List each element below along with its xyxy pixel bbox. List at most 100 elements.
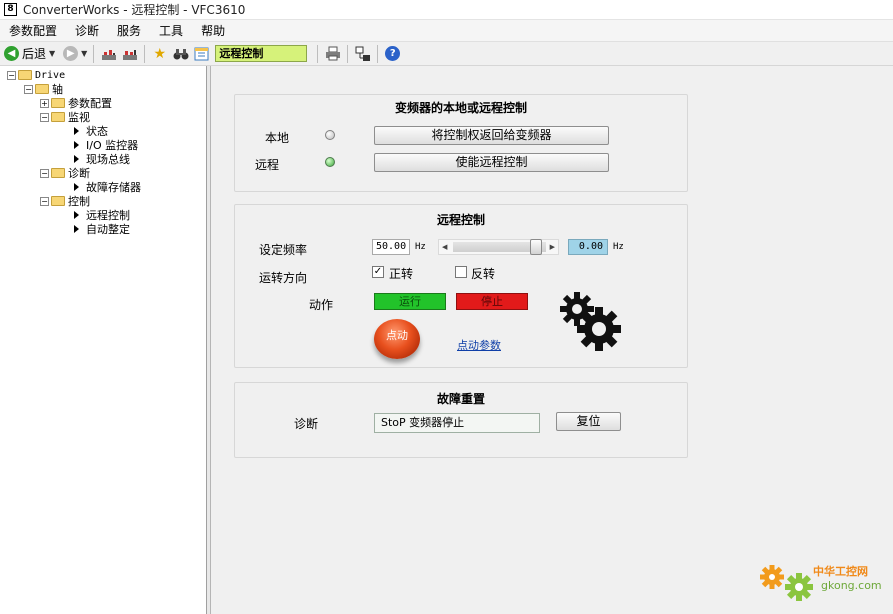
- leaf-arrow-icon: [74, 211, 79, 219]
- panel-splitter[interactable]: [207, 66, 211, 614]
- collapse-icon[interactable]: −: [7, 70, 16, 80]
- tree-node-drive[interactable]: − Drive: [7, 68, 65, 82]
- frequency-unit: Hz: [415, 242, 426, 252]
- leaf-arrow-icon: [74, 155, 79, 163]
- download-icon[interactable]: [121, 45, 138, 62]
- back-arrow-icon: ◀: [4, 46, 19, 61]
- collapse-icon[interactable]: −: [40, 196, 49, 206]
- folder-icon: [35, 84, 49, 94]
- folder-icon: [18, 70, 32, 80]
- slider-left-arrow-icon[interactable]: ◀: [442, 240, 447, 254]
- tree-label: 自动整定: [86, 223, 130, 236]
- tree-node-status[interactable]: 状态: [74, 124, 108, 138]
- menu-help[interactable]: 帮助: [192, 20, 234, 42]
- tree-node-param-config[interactable]: + 参数配置: [40, 96, 112, 110]
- local-label: 本地: [265, 131, 290, 145]
- toolbar-separator: [347, 44, 349, 63]
- remote-indicator: [325, 157, 335, 167]
- tree-node-monitor[interactable]: − 监视: [40, 110, 90, 124]
- tree-node-io-monitor[interactable]: I/O 监控器: [74, 138, 138, 152]
- tree-node-fault-memory[interactable]: 故障存储器: [74, 180, 141, 194]
- frequency-label: 设定频率: [259, 243, 308, 257]
- connection-icon[interactable]: [354, 45, 371, 62]
- tree-label: 故障存储器: [86, 181, 141, 194]
- jog-button[interactable]: 点动: [374, 319, 420, 359]
- folder-icon: [51, 168, 65, 178]
- frequency-slider[interactable]: ◀ ▶: [438, 239, 559, 255]
- menu-tools[interactable]: 工具: [150, 20, 192, 42]
- forward-arrow-icon: ▶: [63, 46, 79, 61]
- group-title: 远程控制: [436, 213, 485, 227]
- actual-frequency-unit: Hz: [613, 242, 624, 252]
- leaf-arrow-icon: [74, 225, 79, 233]
- tree-node-diagnosis[interactable]: − 诊断: [40, 166, 90, 180]
- group-title: 变频器的本地或远程控制: [394, 101, 527, 115]
- run-button[interactable]: 运行: [374, 293, 446, 310]
- watermark-site-url: gkong.com: [821, 579, 882, 592]
- collapse-icon[interactable]: −: [40, 112, 49, 122]
- slider-right-arrow-icon[interactable]: ▶: [550, 240, 555, 254]
- expand-icon[interactable]: +: [40, 98, 49, 108]
- remote-label: 远程: [255, 158, 280, 172]
- tree-node-fieldbus[interactable]: 现场总线: [74, 152, 130, 166]
- help-icon[interactable]: ?: [384, 45, 401, 62]
- diagnosis-label: 诊断: [294, 417, 319, 431]
- folder-icon: [51, 98, 65, 108]
- folder-icon: [51, 196, 65, 206]
- back-label: 后退: [22, 47, 47, 61]
- reverse-label[interactable]: 反转: [471, 265, 495, 282]
- title-bar: 8 ConverterWorks - 远程控制 - VFC3610: [0, 0, 893, 20]
- chevron-down-icon[interactable]: ▼: [81, 49, 87, 58]
- collapse-icon[interactable]: −: [24, 84, 33, 94]
- enable-remote-button[interactable]: 使能远程控制: [374, 153, 609, 172]
- folder-icon: [51, 112, 65, 122]
- action-label: 动作: [309, 298, 334, 312]
- tree-label: Drive: [35, 69, 66, 81]
- calendar-icon[interactable]: [193, 45, 210, 62]
- return-control-button[interactable]: 将控制权返回给变频器: [374, 126, 609, 145]
- toolbar-separator: [144, 44, 146, 63]
- menu-bar: 参数配置 诊断 服务 工具 帮助: [0, 20, 893, 42]
- collapse-icon[interactable]: −: [40, 168, 49, 178]
- group-title: 故障重置: [436, 392, 485, 406]
- upload-icon[interactable]: [100, 45, 117, 62]
- slider-thumb[interactable]: [529, 239, 542, 255]
- jog-parameters-link[interactable]: 点动参数: [457, 337, 501, 353]
- current-view-field: 远程控制: [215, 45, 308, 62]
- remote-control-group: 远程控制 设定频率 50.00 Hz ◀ ▶ 0.00 Hz 运转方向 ✓ 正转…: [234, 204, 688, 368]
- main-panel: 变频器的本地或远程控制 本地 将控制权返回给变频器 远程 使能远程控制 远程控制…: [212, 66, 893, 614]
- print-icon[interactable]: [324, 45, 341, 62]
- forward-label[interactable]: 正转: [389, 265, 413, 282]
- menu-param-config[interactable]: 参数配置: [0, 20, 66, 42]
- toolbar-separator: [93, 44, 95, 63]
- tree-node-auto-tuning[interactable]: 自动整定: [74, 222, 130, 236]
- window-title: ConverterWorks - 远程控制 - VFC3610: [23, 3, 246, 17]
- binoculars-icon[interactable]: [172, 45, 189, 62]
- menu-service[interactable]: 服务: [108, 20, 150, 42]
- toolbar: ◀ 后退 ▼ ▶ ▼ ★ 远程控制 ?: [0, 42, 893, 66]
- leaf-arrow-icon: [74, 127, 79, 135]
- watermark-logo: 中华工控网 gkong.com: [757, 555, 887, 605]
- reset-button[interactable]: 复位: [556, 412, 621, 431]
- menu-diagnosis[interactable]: 诊断: [66, 20, 108, 42]
- toolbar-separator: [317, 44, 319, 63]
- forward-checkbox[interactable]: ✓: [372, 266, 384, 278]
- frequency-input[interactable]: 50.00: [372, 239, 410, 255]
- forward-button[interactable]: ▶ ▼: [61, 44, 89, 64]
- app-icon: 8: [4, 3, 17, 16]
- fault-reset-group: 故障重置 诊断 StoP 变频器停止 复位: [234, 382, 688, 458]
- favorites-star-icon[interactable]: ★: [151, 45, 168, 62]
- actual-frequency-display: 0.00: [568, 239, 608, 255]
- back-button[interactable]: ◀ 后退 ▼: [2, 44, 57, 64]
- reverse-checkbox[interactable]: [455, 266, 467, 278]
- chevron-down-icon[interactable]: ▼: [49, 49, 55, 58]
- tree-node-remote-control[interactable]: 远程控制: [74, 208, 130, 222]
- diagnosis-status-field: StoP 变频器停止: [374, 413, 540, 433]
- tree-node-axis[interactable]: − 轴: [24, 82, 63, 96]
- watermark-site-name: 中华工控网: [813, 565, 868, 578]
- stop-button[interactable]: 停止: [456, 293, 528, 310]
- tree-node-control[interactable]: − 控制: [40, 194, 90, 208]
- tree-label: 现场总线: [86, 153, 130, 166]
- direction-label: 运转方向: [259, 271, 308, 285]
- navigation-tree: − Drive − 轴 + 参数配置 − 监视 状态 I/O 监控器 现场总线 …: [0, 66, 207, 614]
